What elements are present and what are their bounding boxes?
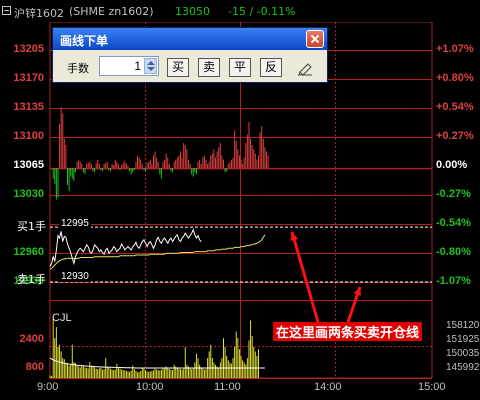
- dialog-title: 画线下单: [60, 34, 109, 48]
- close-position-button[interactable]: 平: [229, 58, 251, 77]
- volume-right-tick: 150035: [446, 348, 480, 359]
- draw-line-order-dialog: 画线下单 手数 买 卖 平 反: [52, 27, 328, 83]
- annotation-text: 在这里画两条买卖开仓线: [273, 322, 423, 341]
- price-line: [49, 228, 202, 268]
- percent-tick: -0.80%: [436, 246, 471, 258]
- symbol-code: (SHME zn1602): [69, 5, 154, 18]
- quantity-input[interactable]: [100, 57, 144, 75]
- price-change: -15 / -0.11%: [228, 5, 296, 18]
- volume-right-tick: 151925: [446, 334, 480, 345]
- spin-up-icon[interactable]: [147, 61, 155, 65]
- price-tick: 13065: [13, 159, 44, 171]
- time-tick: 9:00: [37, 381, 59, 393]
- percent-tick: +1.07%: [436, 43, 474, 55]
- buy-line-price: 12930: [59, 271, 91, 282]
- volume-right-tick: 158120: [446, 320, 480, 331]
- collapse-icon[interactable]: [2, 6, 11, 15]
- buy-line-label[interactable]: 卖1手: [17, 271, 46, 287]
- spin-control[interactable]: [144, 58, 157, 74]
- volume-right-tick: 145992: [446, 362, 480, 373]
- volume-tick: 800: [25, 361, 44, 373]
- percent-tick: -0.27%: [436, 188, 471, 200]
- close-icon[interactable]: [306, 30, 324, 48]
- time-tick: 15:00: [418, 381, 446, 393]
- percent-tick: +0.54%: [436, 101, 474, 113]
- percent-tick: 0.00%: [436, 159, 468, 171]
- sell-button[interactable]: 卖: [198, 58, 220, 77]
- indicator-label: CJL: [52, 312, 72, 324]
- sell-line-price: 12995: [59, 218, 91, 229]
- price-tick: 13135: [13, 101, 44, 113]
- time-tick: 14:00: [314, 381, 342, 393]
- annotation-arrow: [290, 231, 320, 323]
- spin-down-icon[interactable]: [147, 67, 155, 71]
- price-tick: 13205: [13, 43, 44, 55]
- pen-icon[interactable]: [295, 58, 317, 77]
- symbol-name: 沪锌1602: [14, 7, 64, 20]
- volume-tick: 2400: [19, 333, 44, 345]
- buy-button[interactable]: 买: [167, 58, 189, 77]
- last-price: 13050: [175, 5, 210, 18]
- price-tick: 13170: [13, 72, 44, 84]
- price-tick: 13100: [13, 130, 44, 142]
- percent-tick: +0.27%: [436, 130, 474, 142]
- percent-tick: -1.07%: [436, 275, 471, 287]
- price-tick: 13030: [13, 188, 44, 200]
- trading-chart-window: 沪锌1602 (SHME zn1602) 13050 -15 / -0.11% …: [0, 0, 480, 400]
- qty-label: 手数: [67, 62, 89, 75]
- dialog-titlebar[interactable]: 画线下单: [53, 28, 327, 50]
- price-tick: 12960: [13, 246, 44, 258]
- reverse-button[interactable]: 反: [260, 58, 282, 77]
- sell-line-label[interactable]: 买1手: [17, 218, 46, 234]
- average-price-line: [49, 234, 266, 270]
- annotation-arrow-head: [353, 287, 362, 296]
- percent-tick: +0.80%: [436, 72, 474, 84]
- quantity-stepper[interactable]: [99, 56, 159, 76]
- time-tick: 10:00: [136, 381, 164, 393]
- quote-header: 沪锌1602 (SHME zn1602) 13050 -15 / -0.11%: [0, 0, 480, 22]
- percent-tick: -0.54%: [436, 217, 471, 229]
- time-tick: 11:00: [214, 381, 241, 393]
